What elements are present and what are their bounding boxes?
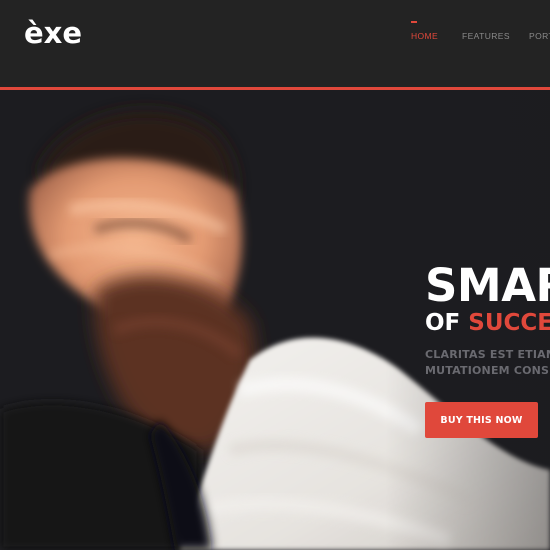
landing-page: èxe HOME FEATURES PORTFOLIO: [0, 0, 550, 550]
nav-item-features[interactable]: FEATURES: [462, 31, 510, 41]
hero-subtitle-accent: SUCCESS: [468, 310, 550, 336]
nav-item-label: FEATURES: [462, 31, 510, 41]
buy-now-button[interactable]: BUY THIS NOW: [425, 402, 538, 438]
logo[interactable]: èxe: [24, 10, 82, 56]
hero-description-line-2: MUTATIONEM CONSUETUDIUM LECTORUM: [425, 364, 550, 377]
header-accent-rule: [0, 87, 550, 90]
hero-title: SMART THEME: [425, 259, 550, 312]
hero-subtitle-prefix: OF: [425, 310, 469, 336]
nav-item-portfolio[interactable]: PORTFOLIO: [529, 31, 550, 41]
site-header: èxe HOME FEATURES PORTFOLIO: [0, 0, 550, 87]
nav-item-home[interactable]: HOME: [411, 21, 439, 41]
nav-item-label: HOME: [411, 31, 439, 41]
active-indicator: [411, 21, 417, 23]
hero-description: CLARITAS EST ETIAM PROCESSUS DYNAMICUS M…: [425, 347, 550, 379]
nav-item-label: PORTFOLIO: [529, 31, 550, 41]
hero-subtitle: OF SUCCESS: [425, 308, 550, 338]
hero-section: SMART THEME OF SUCCESS CLARITAS EST ETIA…: [0, 90, 550, 550]
hero-description-line-1: CLARITAS EST ETIAM PROCESSUS DYNAMICUS: [425, 348, 550, 361]
